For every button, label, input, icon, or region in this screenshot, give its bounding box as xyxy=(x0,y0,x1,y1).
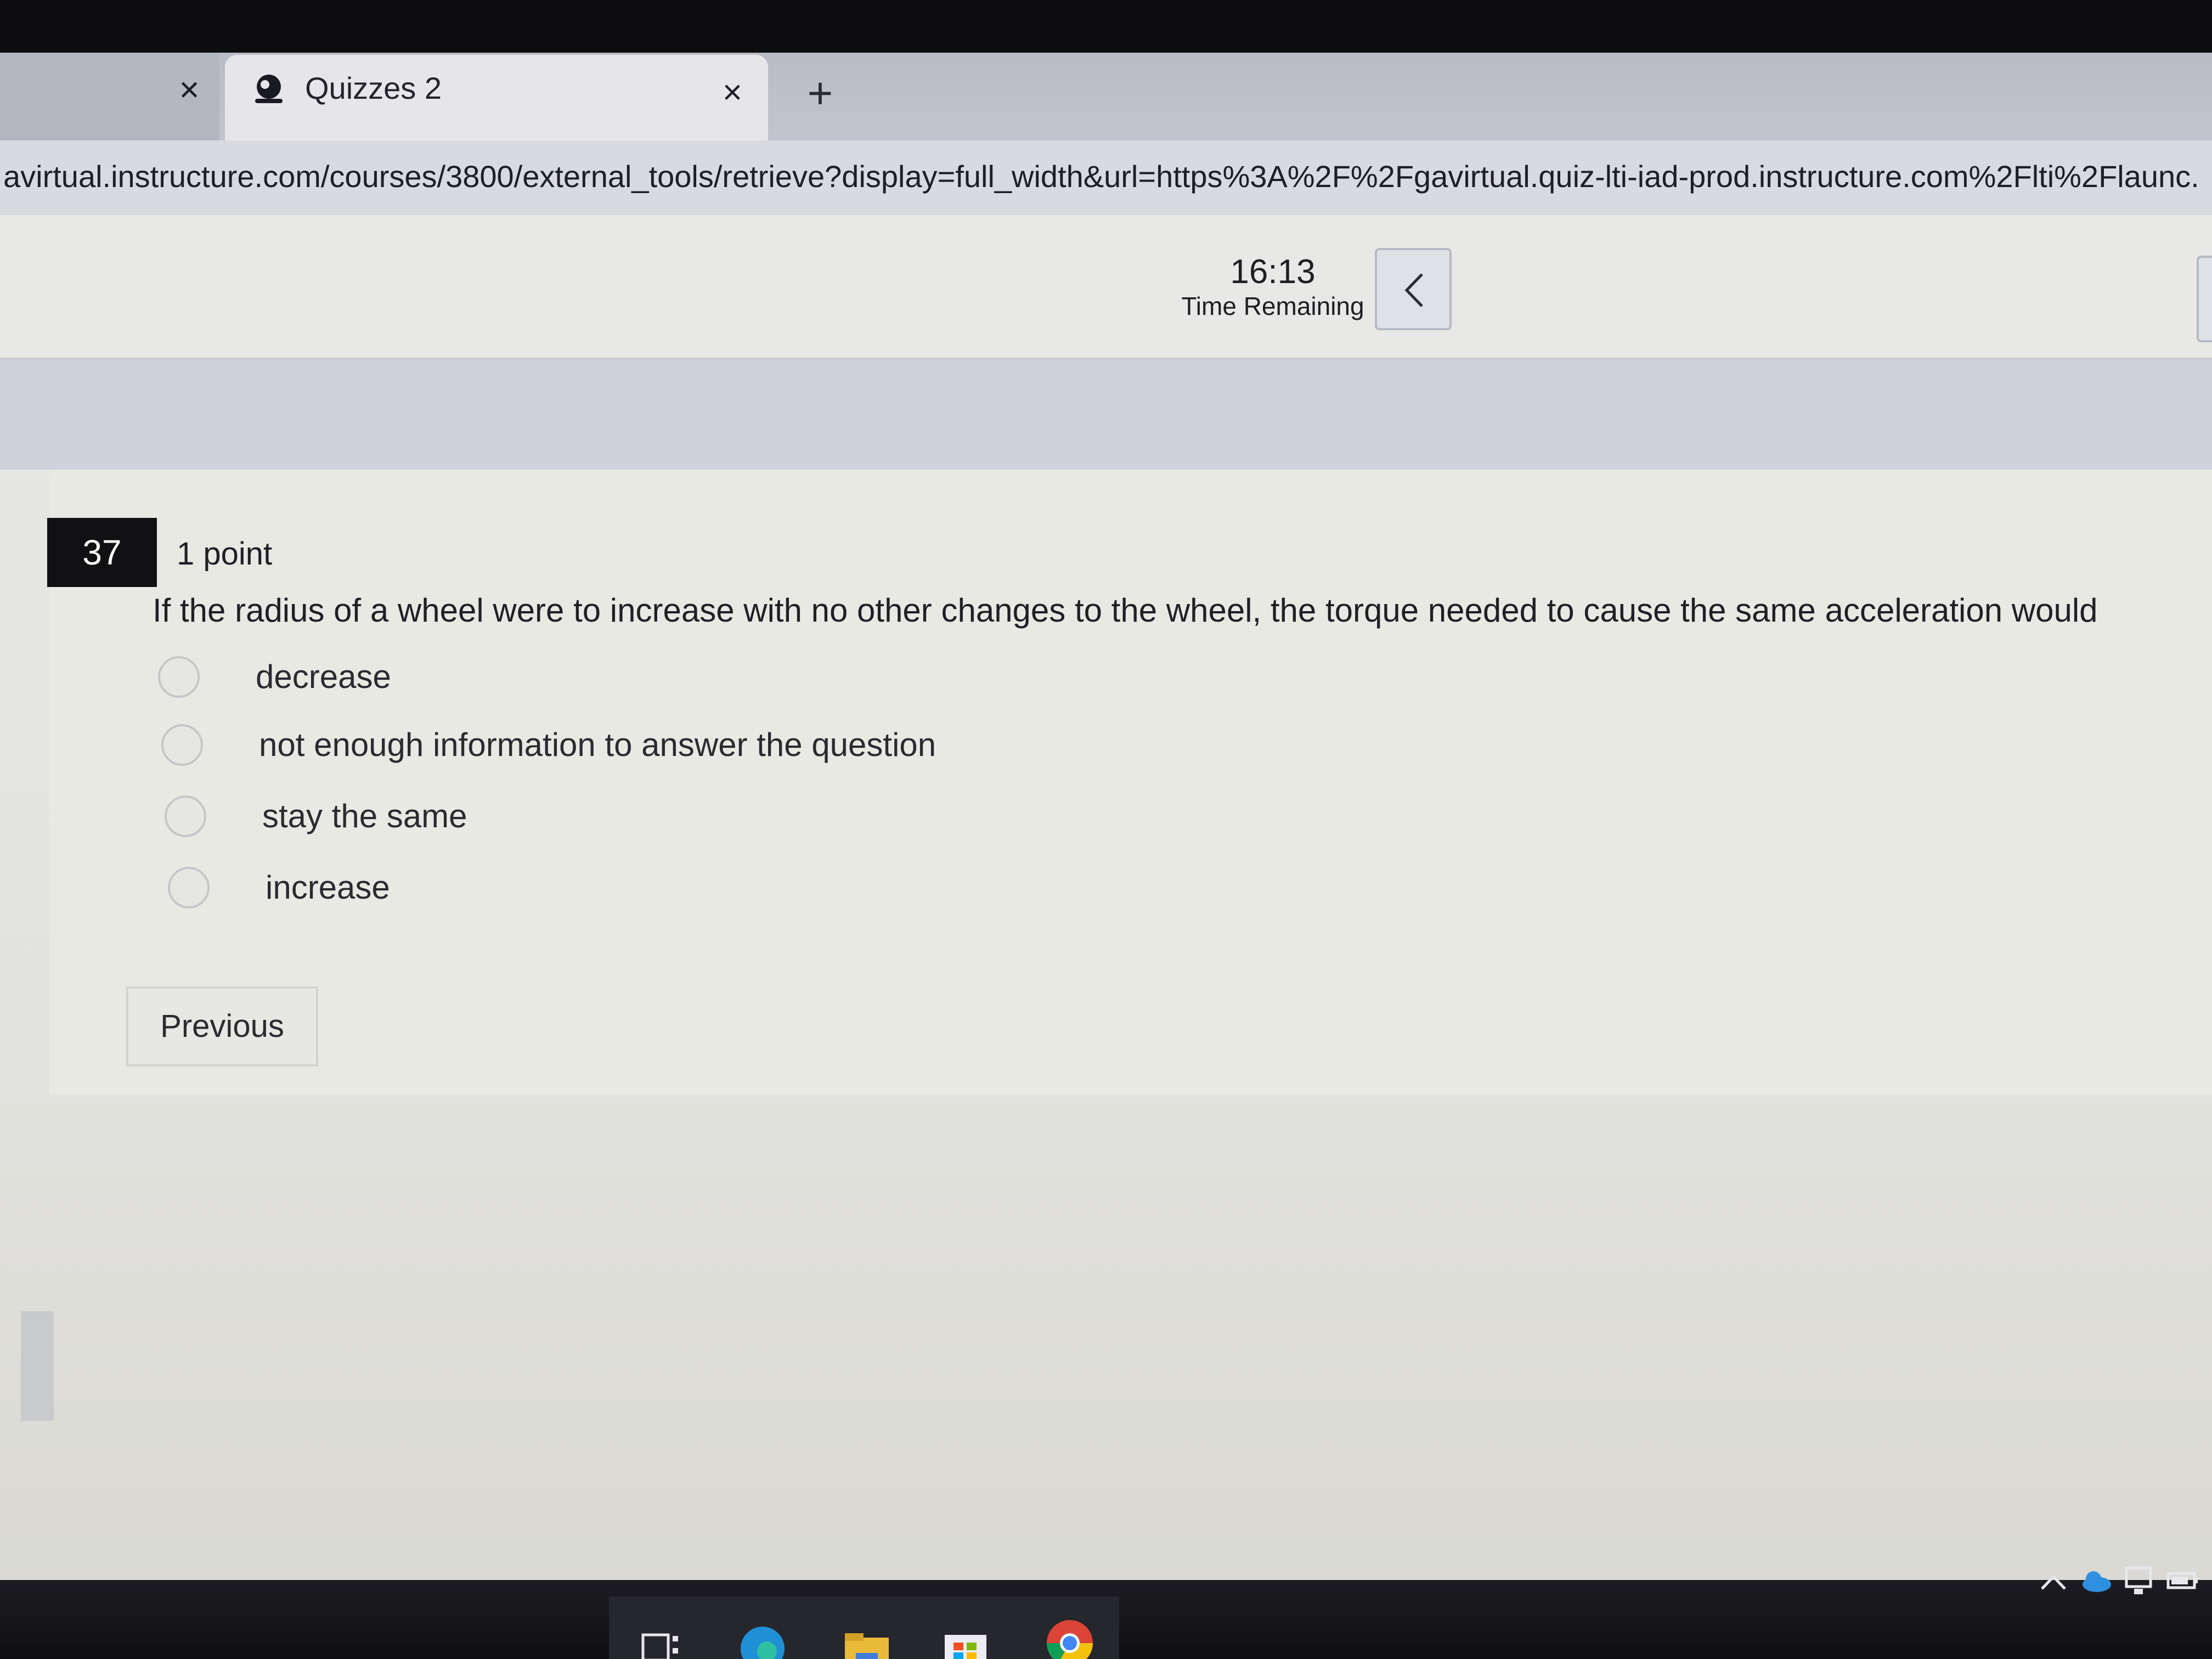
option-label: decrease xyxy=(256,658,391,695)
timer-header xyxy=(0,215,2212,360)
option-label: not enough information to answer the que… xyxy=(259,726,936,763)
question-number: 37 xyxy=(47,518,157,587)
chevron-left-icon xyxy=(1404,273,1423,307)
radio-button[interactable] xyxy=(168,867,210,909)
battery-icon[interactable] xyxy=(2164,1561,2202,1600)
microsoft-store-icon[interactable] xyxy=(938,1618,993,1659)
previous-label: Previous xyxy=(160,1008,284,1044)
side-panel-button[interactable] xyxy=(2197,256,2212,342)
edge-browser-icon[interactable] xyxy=(735,1618,790,1659)
option-increase[interactable]: increase xyxy=(168,861,991,916)
close-icon[interactable]: × xyxy=(170,70,208,109)
collapse-timer-button[interactable] xyxy=(1375,248,1452,330)
radio-button[interactable] xyxy=(158,656,200,698)
question-card xyxy=(49,470,2212,1095)
tab-title: Quizzes 2 xyxy=(305,71,442,105)
option-decrease[interactable]: decrease xyxy=(158,651,981,706)
question-text: If the radius of a wheel were to increas… xyxy=(153,592,2098,629)
canvas-favicon-icon xyxy=(255,75,283,103)
scrollbar-thumb[interactable] xyxy=(21,1311,54,1421)
option-stay-the-same[interactable]: stay the same xyxy=(165,790,988,845)
close-icon[interactable]: × xyxy=(713,74,752,112)
network-icon[interactable] xyxy=(2121,1561,2159,1600)
url-text[interactable]: avirtual.instructure.com/courses/3800/ex… xyxy=(3,149,2198,204)
radio-button[interactable] xyxy=(165,795,206,837)
question-points: 1 point xyxy=(177,536,273,572)
new-tab-icon[interactable]: + xyxy=(798,71,842,115)
timer-label: Time Remaining xyxy=(1181,292,1364,320)
timer-value: 16:13 xyxy=(1230,253,1316,291)
onedrive-cloud-icon[interactable] xyxy=(2077,1561,2115,1600)
option-label: stay the same xyxy=(262,798,467,834)
chrome-browser-icon[interactable] xyxy=(1042,1616,1097,1659)
screen: × Quizzes 2 × + avirtual.instructure.com… xyxy=(0,0,2212,1659)
header-band xyxy=(0,360,2212,470)
task-view-icon[interactable] xyxy=(636,1624,691,1659)
monitor-bezel xyxy=(0,0,2212,53)
file-explorer-icon[interactable] xyxy=(839,1621,894,1659)
option-label: increase xyxy=(266,869,390,906)
previous-button[interactable]: Previous xyxy=(126,986,318,1066)
option-not-enough-information[interactable]: not enough information to answer the que… xyxy=(161,719,1149,774)
chevron-up-icon[interactable] xyxy=(2034,1564,2073,1602)
radio-button[interactable] xyxy=(161,724,203,766)
